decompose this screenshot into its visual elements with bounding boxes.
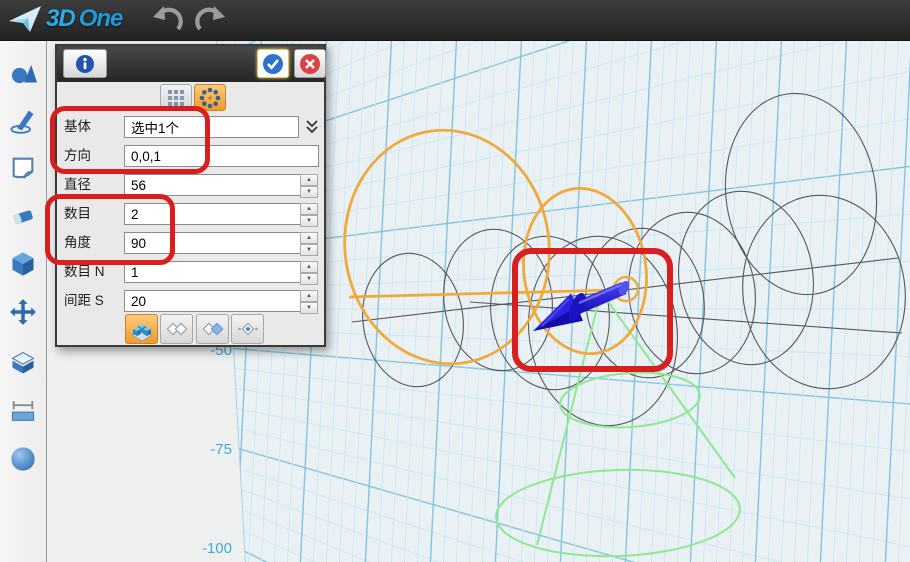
eraser-icon xyxy=(9,202,37,230)
undo-arrow-icon xyxy=(151,5,185,35)
sidebar-item-sketch[interactable] xyxy=(9,106,37,134)
diameter-input[interactable] xyxy=(124,174,301,196)
field-row-direction: 方向 xyxy=(57,144,324,168)
move-arrows-icon xyxy=(9,298,37,326)
spinner-up-icon[interactable]: ▲ xyxy=(300,232,318,244)
field-label-direction: 方向 xyxy=(64,144,122,168)
count-n-input[interactable] xyxy=(124,261,301,283)
spinner-down-icon[interactable]: ▼ xyxy=(300,215,318,227)
close-icon xyxy=(299,53,321,75)
linear-pattern-icon xyxy=(165,87,187,109)
cancel-button[interactable] xyxy=(294,49,326,78)
spinner-up-icon[interactable]: ▲ xyxy=(300,290,318,302)
instance-cubes-icon xyxy=(129,316,155,342)
option-diamond-center-dot-button[interactable] xyxy=(231,314,264,344)
dialog-header xyxy=(57,46,324,82)
sidebar-item-render[interactable] xyxy=(9,445,37,473)
angle-spinner: ▲▼ xyxy=(300,232,318,254)
logo-text-one: One xyxy=(79,5,123,33)
field-row-angle: 角度 ▲▼ xyxy=(57,231,324,255)
pattern-type-row xyxy=(57,82,324,112)
spinner-down-icon[interactable]: ▼ xyxy=(300,273,318,285)
sidebar-item-feature[interactable] xyxy=(9,250,37,278)
circular-pattern-button[interactable] xyxy=(194,84,226,111)
diameter-spinner: ▲▼ xyxy=(300,174,318,196)
direction-input[interactable] xyxy=(124,145,319,167)
base-input[interactable] xyxy=(124,116,299,138)
spinner-down-icon[interactable]: ▼ xyxy=(300,244,318,256)
sketch-pen-icon xyxy=(9,106,37,134)
app-logo: 3D One xyxy=(8,4,122,34)
field-label-angle: 角度 xyxy=(64,231,122,255)
sidebar-item-measure[interactable] xyxy=(9,397,37,425)
check-icon xyxy=(262,53,284,75)
grid-axis-label: -75 xyxy=(186,441,232,458)
stacked-layers-icon xyxy=(9,349,37,377)
redo-button[interactable] xyxy=(192,5,228,35)
field-row-diameter: 直径 ▲▼ xyxy=(57,173,324,197)
confirm-button[interactable] xyxy=(257,49,289,78)
undo-button[interactable] xyxy=(150,5,186,35)
option-diamond-filled-pair-button[interactable] xyxy=(196,314,229,344)
tool-sidebar xyxy=(0,40,47,562)
cube-icon xyxy=(9,250,37,278)
spacing-s-input[interactable] xyxy=(124,290,301,312)
grid-axis-label: -100 xyxy=(186,540,232,557)
spinner-up-icon[interactable]: ▲ xyxy=(300,203,318,215)
angle-input[interactable] xyxy=(124,232,301,254)
pattern-dialog: 基体 方向 直径 ▲▼ 数目 ▲▼ 角度 ▲▼ xyxy=(55,44,326,347)
titlebar: 3D One xyxy=(0,0,910,41)
spacing-s-spinner: ▲▼ xyxy=(300,290,318,312)
spinner-up-icon[interactable]: ▲ xyxy=(300,261,318,273)
dialog-bottom-options xyxy=(57,314,324,346)
option-diamonds-pair-button[interactable] xyxy=(160,314,193,344)
info-icon xyxy=(75,54,95,74)
diamonds-pair-icon xyxy=(164,316,190,342)
sidebar-item-pattern[interactable] xyxy=(9,349,37,377)
info-button[interactable] xyxy=(63,49,107,78)
app-root: -50 -75 -100 3D One xyxy=(0,0,910,562)
count-input[interactable] xyxy=(124,203,301,225)
linear-pattern-button[interactable] xyxy=(160,84,192,111)
redo-arrow-icon xyxy=(193,5,227,35)
circular-pattern-icon xyxy=(198,86,222,110)
field-label-base: 基体 xyxy=(64,115,122,139)
logo-text-3d: 3D xyxy=(46,5,75,33)
count-spinner: ▲▼ xyxy=(300,203,318,225)
surface-sheet-icon xyxy=(9,154,37,182)
chevron-double-down-icon[interactable] xyxy=(303,118,321,136)
primitive-shapes-icon xyxy=(9,58,37,86)
field-label-diameter: 直径 xyxy=(64,173,122,197)
spinner-down-icon[interactable]: ▼ xyxy=(300,302,318,314)
count-n-spinner: ▲▼ xyxy=(300,261,318,283)
sidebar-item-move[interactable] xyxy=(9,298,37,326)
ruler-icon xyxy=(9,397,37,425)
sidebar-item-surface[interactable] xyxy=(9,154,37,182)
field-label-count: 数目 xyxy=(64,202,122,226)
sidebar-item-edit[interactable] xyxy=(9,202,37,230)
field-row-count: 数目 ▲▼ xyxy=(57,202,324,226)
option-instance-cubes-button[interactable] xyxy=(125,314,158,344)
field-label-spacing-s: 间距 S xyxy=(64,289,122,313)
field-row-count-n: 数目 N ▲▼ xyxy=(57,260,324,284)
diamond-center-dot-icon xyxy=(235,316,261,342)
field-row-spacing-s: 间距 S ▲▼ xyxy=(57,289,324,313)
spinner-up-icon[interactable]: ▲ xyxy=(300,174,318,186)
diamond-filled-pair-icon xyxy=(200,316,226,342)
sidebar-item-primitive-shapes[interactable] xyxy=(9,58,37,86)
sphere-icon xyxy=(9,445,37,473)
paper-plane-icon xyxy=(8,4,44,34)
field-label-count-n: 数目 N xyxy=(64,260,122,284)
field-row-base: 基体 xyxy=(57,115,324,139)
spinner-down-icon[interactable]: ▼ xyxy=(300,186,318,198)
